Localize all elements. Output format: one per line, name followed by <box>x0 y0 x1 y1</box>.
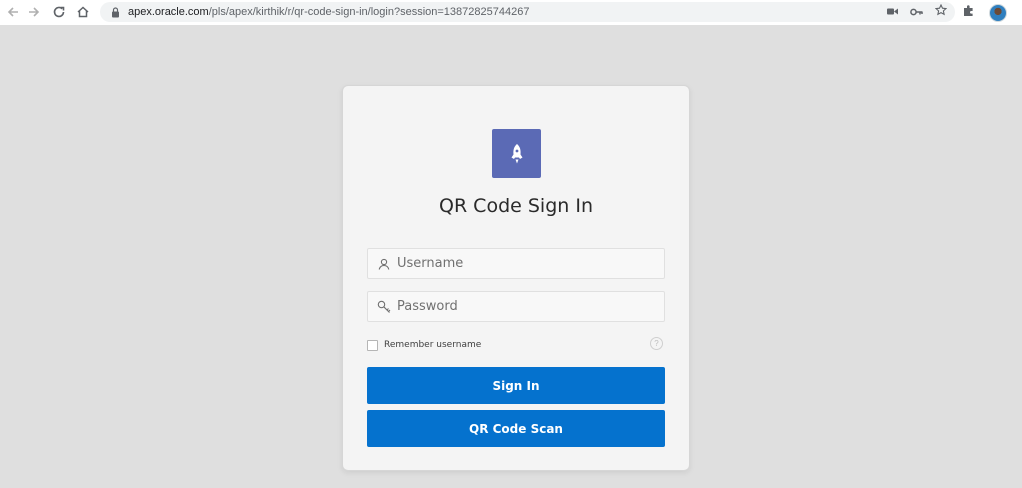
remember-checkbox[interactable] <box>367 339 378 351</box>
username-input[interactable] <box>397 251 657 276</box>
username-field[interactable] <box>367 248 665 279</box>
browser-toolbar: apex.oracle.com/pls/apex/kirthik/r/qr-co… <box>0 0 1022 25</box>
url-text[interactable]: apex.oracle.com/pls/apex/kirthik/r/qr-co… <box>128 6 529 18</box>
app-logo <box>492 129 541 178</box>
forward-icon <box>29 7 40 17</box>
password-input[interactable] <box>397 294 657 319</box>
remember-label[interactable]: Remember username <box>384 340 481 350</box>
password-field[interactable] <box>367 291 665 322</box>
camera-icon[interactable] <box>887 3 898 21</box>
home-icon <box>77 6 89 18</box>
key-icon <box>377 300 391 314</box>
reload-icon <box>53 6 65 18</box>
forward-button[interactable] <box>23 1 45 23</box>
back-icon <box>7 7 18 17</box>
key-icon[interactable] <box>910 3 923 21</box>
user-icon <box>377 257 391 271</box>
reload-button[interactable] <box>48 1 70 23</box>
remember-username[interactable]: Remember username <box>367 338 481 352</box>
omnibox-actions <box>887 3 948 21</box>
page-title: QR Code Sign In <box>438 195 593 217</box>
back-button[interactable] <box>2 1 24 23</box>
qr-code-scan-button[interactable]: QR Code Scan <box>367 410 665 447</box>
sign-in-button[interactable]: Sign In <box>367 367 665 404</box>
login-card: QR Code Sign In Remember username ? Sign… <box>342 85 690 471</box>
star-icon[interactable] <box>934 3 948 21</box>
address-bar[interactable]: apex.oracle.com/pls/apex/kirthik/r/qr-co… <box>100 2 955 22</box>
lock-icon[interactable] <box>109 6 121 18</box>
help-icon[interactable]: ? <box>650 337 663 350</box>
avatar[interactable] <box>989 4 1007 22</box>
home-button[interactable] <box>72 1 94 23</box>
rocket-icon <box>511 143 522 163</box>
browser-actions <box>962 2 1007 24</box>
extensions-icon[interactable] <box>962 4 975 22</box>
url-path: /pls/apex/kirthik/r/qr-code-sign-in/logi… <box>208 6 530 18</box>
url-host: apex.oracle.com <box>128 6 209 18</box>
